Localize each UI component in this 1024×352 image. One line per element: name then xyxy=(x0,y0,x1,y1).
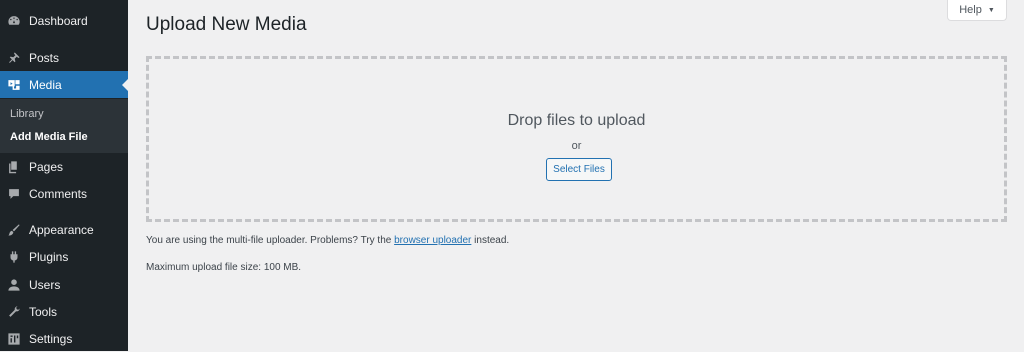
help-label: Help xyxy=(959,4,982,16)
active-menu-arrow xyxy=(122,79,128,91)
media-icon xyxy=(7,78,21,92)
page-title: Upload New Media xyxy=(146,14,307,35)
brush-icon xyxy=(7,223,21,237)
menu-item-posts[interactable]: Posts xyxy=(0,44,128,71)
menu-item-pages[interactable]: Pages xyxy=(0,153,128,180)
submenu-item-library[interactable]: Library xyxy=(10,108,44,120)
menu-item-users[interactable]: Users xyxy=(0,271,128,298)
plugin-icon xyxy=(7,250,21,264)
help-tab-button[interactable]: Help ▼ xyxy=(947,0,1007,21)
menu-item-comments[interactable]: Comments xyxy=(0,180,128,207)
menu-item-settings[interactable]: Settings xyxy=(0,325,128,352)
menu-label-comments: Comments xyxy=(29,186,88,201)
settings-icon xyxy=(7,332,21,346)
media-submenu: Library Add Media File xyxy=(0,99,128,153)
max-upload-size-text: Maximum upload file size: 100 MB. xyxy=(146,262,302,273)
dashboard-icon xyxy=(7,14,21,28)
menu-label-posts: Posts xyxy=(29,50,60,65)
wrench-icon xyxy=(7,305,21,319)
caret-down-icon: ▼ xyxy=(987,6,995,14)
menu-item-media[interactable]: Media xyxy=(0,71,128,98)
uploader-info-prefix: You are using the multi-file uploader. P… xyxy=(146,235,392,246)
browser-uploader-link[interactable]: browser uploader xyxy=(394,235,471,246)
drop-or-text: or xyxy=(571,140,582,152)
pushpin-icon xyxy=(7,51,21,65)
menu-label-media: Media xyxy=(29,77,62,92)
menu-label-tools: Tools xyxy=(29,304,58,319)
submenu-item-add-media-file[interactable]: Add Media File xyxy=(10,131,88,143)
upload-drop-zone[interactable]: Drop files to upload or Select Files xyxy=(146,56,1007,222)
menu-label-dashboard: Dashboard xyxy=(29,13,88,28)
menu-label-appearance: Appearance xyxy=(29,222,94,237)
menu-item-plugins[interactable]: Plugins xyxy=(0,243,128,270)
menu-label-pages: Pages xyxy=(29,159,64,174)
comment-icon xyxy=(7,187,21,201)
menu-label-users: Users xyxy=(29,277,61,292)
uploader-info-suffix: instead. xyxy=(474,235,510,246)
menu-item-dashboard[interactable]: Dashboard xyxy=(0,7,128,34)
user-icon xyxy=(7,278,21,292)
menu-label-settings: Settings xyxy=(29,331,73,346)
pages-icon xyxy=(7,160,21,174)
menu-label-plugins: Plugins xyxy=(29,249,69,264)
drop-files-title: Drop files to upload xyxy=(507,112,646,129)
select-files-button[interactable]: Select Files xyxy=(546,158,612,181)
uploader-info-text: You are using the multi-file uploader. P… xyxy=(146,235,509,246)
admin-sidebar: Dashboard Posts Media Library Add Media … xyxy=(0,0,128,351)
menu-item-appearance[interactable]: Appearance xyxy=(0,216,128,243)
menu-item-tools[interactable]: Tools xyxy=(0,298,128,325)
